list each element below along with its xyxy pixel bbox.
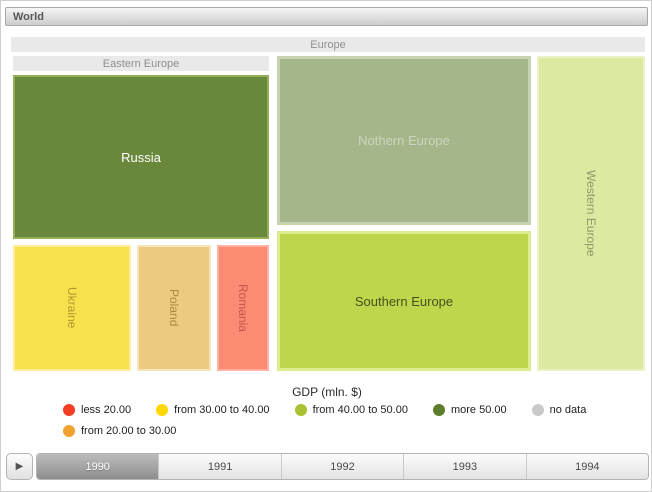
legend-label: less 20.00: [81, 404, 131, 416]
legend-swatch-gray-icon: [532, 404, 544, 416]
legend-swatch-red-icon: [63, 404, 75, 416]
legend-item-more-50[interactable]: more 50.00: [433, 404, 507, 416]
treemap-node-northern-europe[interactable]: Nothern Europe: [277, 56, 531, 225]
treemap-group-header-eastern-europe[interactable]: Eastern Europe: [13, 56, 269, 71]
treemap-node-romania[interactable]: Romania: [217, 245, 269, 371]
group-label-europe: Europe: [310, 39, 345, 51]
legend-item-30-40[interactable]: from 30.00 to 40.00: [156, 404, 269, 416]
year-button-1992[interactable]: 1992: [281, 454, 403, 479]
legend-title: GDP (mln. $): [1, 385, 652, 399]
timeline-year-selector: 1990 1991 1992 1993 1994: [36, 453, 649, 480]
legend-swatch-yellowgreen-icon: [295, 404, 307, 416]
legend-row-1: less 20.00 from 30.00 to 40.00 from 40.0…: [63, 404, 586, 416]
treemap-node-russia[interactable]: Russia: [13, 75, 269, 239]
group-label-eastern-europe: Eastern Europe: [103, 58, 179, 70]
legend-item-20-30[interactable]: from 20.00 to 30.00: [63, 425, 176, 437]
legend-label: from 20.00 to 30.00: [81, 425, 176, 437]
treemap-node-label: Southern Europe: [355, 294, 453, 309]
breadcrumb-label: World: [13, 11, 44, 23]
legend-swatch-darkgreen-icon: [433, 404, 445, 416]
treemap-node-label: Western Europe: [584, 170, 598, 257]
legend-label: from 40.00 to 50.00: [313, 404, 408, 416]
treemap-node-label: Ukraine: [65, 287, 79, 328]
year-button-1993[interactable]: 1993: [403, 454, 525, 479]
breadcrumb-world[interactable]: World: [5, 7, 648, 26]
treemap-app: World Europe Eastern Europe Russia Ukrai…: [0, 0, 652, 492]
legend-item-40-50[interactable]: from 40.00 to 50.00: [295, 404, 408, 416]
treemap-node-label: Poland: [167, 289, 181, 326]
year-button-1994[interactable]: 1994: [526, 454, 648, 479]
treemap-node-ukraine[interactable]: Ukraine: [13, 245, 131, 371]
legend-swatch-orange-icon: [63, 425, 75, 437]
legend-item-no-data[interactable]: no data: [532, 404, 587, 416]
treemap-group-header-europe[interactable]: Europe: [11, 37, 645, 52]
play-icon: ▶: [16, 462, 24, 472]
treemap-node-label: Russia: [121, 150, 161, 165]
play-button[interactable]: ▶: [6, 453, 33, 480]
legend-item-less-20[interactable]: less 20.00: [63, 404, 131, 416]
treemap-node-label: Nothern Europe: [358, 133, 450, 148]
year-button-1990[interactable]: 1990: [37, 454, 158, 479]
treemap-node-poland[interactable]: Poland: [137, 245, 211, 371]
legend-swatch-yellow-icon: [156, 404, 168, 416]
treemap-node-southern-europe[interactable]: Southern Europe: [277, 231, 531, 371]
legend-label: no data: [550, 404, 587, 416]
legend-label: from 30.00 to 40.00: [174, 404, 269, 416]
legend-label: more 50.00: [451, 404, 507, 416]
treemap-node-western-europe[interactable]: Western Europe: [537, 56, 645, 371]
treemap-node-label: Romania: [236, 284, 250, 332]
legend-row-2: from 20.00 to 30.00: [63, 425, 176, 437]
year-button-1991[interactable]: 1991: [158, 454, 280, 479]
